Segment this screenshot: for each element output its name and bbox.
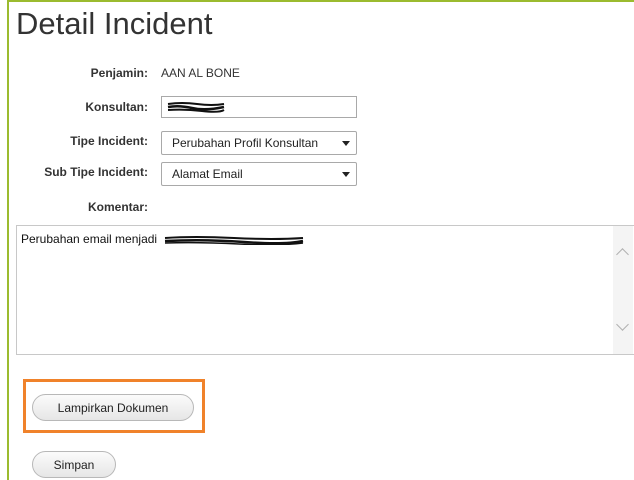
konsultan-field[interactable] xyxy=(161,96,357,118)
scroll-down-icon[interactable] xyxy=(616,318,629,331)
redacted-text-scribble xyxy=(167,102,225,113)
scroll-up-icon[interactable] xyxy=(616,248,629,261)
simpan-button[interactable]: Simpan xyxy=(32,451,116,478)
komentar-content: Perubahan email menjadi xyxy=(21,232,304,246)
dropdown-arrow-icon xyxy=(342,172,350,177)
sub-tipe-incident-label: Sub Tipe Incident: xyxy=(44,165,148,179)
lampirkan-dokumen-button[interactable]: Lampirkan Dokumen xyxy=(32,394,194,421)
redacted-email-scribble xyxy=(165,235,304,245)
penjamin-label: Penjamin: xyxy=(90,66,148,80)
textarea-scrollbar[interactable] xyxy=(613,226,633,354)
tipe-incident-value: Perubahan Profil Konsultan xyxy=(172,136,319,150)
komentar-label: Komentar: xyxy=(87,200,148,214)
page-title: Detail Incident xyxy=(16,6,213,41)
tipe-incident-select[interactable]: Perubahan Profil Konsultan xyxy=(161,131,357,155)
komentar-textarea[interactable]: Perubahan email menjadi xyxy=(16,225,634,355)
tipe-incident-label: Tipe Incident: xyxy=(70,134,148,148)
penjamin-value: AAN AL BONE xyxy=(161,66,240,80)
sub-tipe-incident-value: Alamat Email xyxy=(172,167,243,181)
dropdown-arrow-icon xyxy=(342,141,350,146)
komentar-text: Perubahan email menjadi xyxy=(21,232,158,246)
sub-tipe-incident-select[interactable]: Alamat Email xyxy=(161,162,357,186)
konsultan-label: Konsultan: xyxy=(85,100,148,114)
